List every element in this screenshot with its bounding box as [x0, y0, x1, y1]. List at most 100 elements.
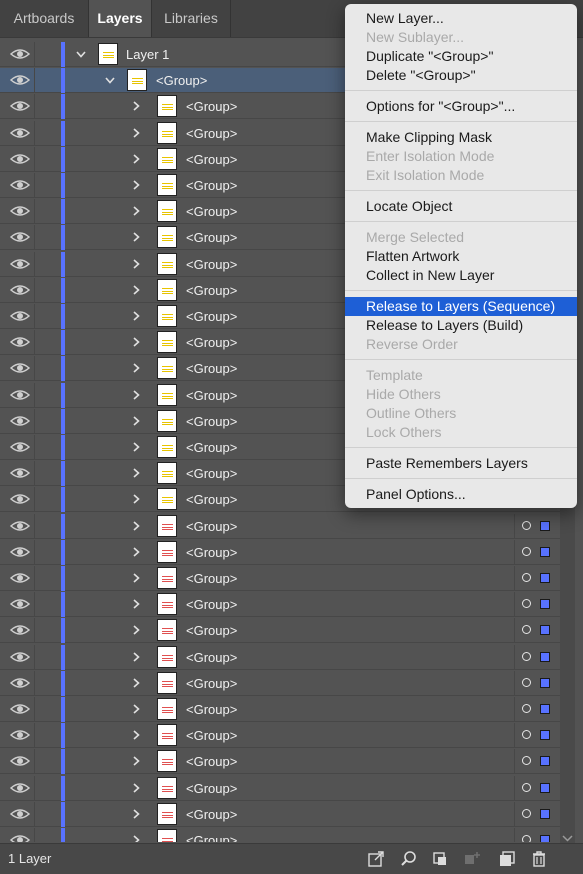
- chevron-right-icon[interactable]: [129, 388, 143, 402]
- target-circle-icon[interactable]: [522, 808, 531, 818]
- chevron-right-icon[interactable]: [129, 283, 143, 297]
- visibility-eye-icon[interactable]: [9, 227, 31, 247]
- group-row[interactable]: <Group>: [0, 513, 560, 539]
- visibility-eye-icon[interactable]: [9, 542, 31, 562]
- lock-toggle[interactable]: [34, 539, 35, 565]
- chevron-down-icon[interactable]: [74, 47, 88, 61]
- menu-item-collect-in-new-layer[interactable]: Collect in New Layer: [345, 266, 577, 285]
- visibility-eye-icon[interactable]: [9, 70, 31, 90]
- menu-item-make-clipping-mask[interactable]: Make Clipping Mask: [345, 128, 577, 147]
- menu-item-duplicate-group[interactable]: Duplicate "<Group>": [345, 47, 577, 66]
- visibility-eye-icon[interactable]: [9, 699, 31, 719]
- visibility-eye-icon[interactable]: [9, 306, 31, 326]
- new-layer-icon[interactable]: [497, 849, 517, 869]
- group-row[interactable]: <Group>: [0, 749, 560, 775]
- lock-toggle[interactable]: [34, 173, 35, 198]
- visibility-eye-icon[interactable]: [9, 463, 31, 483]
- chevron-right-icon[interactable]: [129, 676, 143, 690]
- menu-item-flatten-artwork[interactable]: Flatten Artwork: [345, 247, 577, 266]
- group-row[interactable]: <Group>: [0, 566, 560, 591]
- group-row[interactable]: <Group>: [0, 775, 560, 801]
- lock-toggle[interactable]: [34, 801, 35, 827]
- search-icon[interactable]: [399, 849, 419, 869]
- lock-toggle[interactable]: [34, 670, 35, 696]
- target-circle-icon[interactable]: [522, 782, 531, 792]
- target-circle-icon[interactable]: [522, 573, 531, 582]
- chevron-right-icon[interactable]: [129, 597, 143, 611]
- chevron-right-icon[interactable]: [129, 414, 143, 428]
- group-row[interactable]: <Group>: [0, 697, 560, 722]
- chevron-right-icon[interactable]: [129, 152, 143, 166]
- visibility-eye-icon[interactable]: [9, 620, 31, 640]
- chevron-right-icon[interactable]: [129, 204, 143, 218]
- selection-indicator[interactable]: [540, 651, 550, 662]
- visibility-eye-icon[interactable]: [9, 280, 31, 300]
- chevron-right-icon[interactable]: [129, 702, 143, 716]
- visibility-eye-icon[interactable]: [9, 830, 31, 842]
- lock-toggle[interactable]: [34, 723, 35, 749]
- selection-indicator[interactable]: [540, 782, 550, 793]
- chevron-right-icon[interactable]: [129, 99, 143, 113]
- chevron-right-icon[interactable]: [129, 126, 143, 140]
- target-circle-icon[interactable]: [522, 704, 531, 713]
- menu-item-locate-object[interactable]: Locate Object: [345, 197, 577, 216]
- lock-toggle[interactable]: [34, 644, 35, 670]
- selection-indicator[interactable]: [540, 599, 550, 610]
- lock-toggle[interactable]: [34, 487, 35, 513]
- group-row[interactable]: <Group>: [0, 539, 560, 565]
- selection-indicator[interactable]: [540, 730, 550, 741]
- lock-toggle[interactable]: [34, 618, 35, 644]
- target-circle-icon[interactable]: [522, 546, 531, 556]
- chevron-right-icon[interactable]: [129, 519, 143, 533]
- chevron-right-icon[interactable]: [129, 807, 143, 821]
- group-row[interactable]: <Group>: [0, 644, 560, 670]
- chevron-right-icon[interactable]: [129, 728, 143, 742]
- chevron-right-icon[interactable]: [129, 754, 143, 768]
- lock-toggle[interactable]: [34, 199, 35, 225]
- lock-toggle[interactable]: [34, 251, 35, 277]
- lock-toggle[interactable]: [34, 697, 35, 722]
- lock-toggle[interactable]: [34, 330, 35, 356]
- selection-indicator[interactable]: [540, 573, 550, 583]
- tab-artboards[interactable]: Artboards: [0, 0, 88, 37]
- menu-item-paste-remembers-layers[interactable]: Paste Remembers Layers: [345, 454, 577, 473]
- visibility-eye-icon[interactable]: [9, 175, 31, 195]
- visibility-eye-icon[interactable]: [9, 489, 31, 509]
- chevron-right-icon[interactable]: [129, 492, 143, 506]
- lock-toggle[interactable]: [34, 382, 35, 408]
- visibility-eye-icon[interactable]: [9, 673, 31, 693]
- selection-indicator[interactable]: [540, 756, 550, 767]
- chevron-right-icon[interactable]: [129, 257, 143, 271]
- lock-toggle[interactable]: [34, 513, 35, 539]
- visibility-eye-icon[interactable]: [9, 44, 31, 64]
- target-circle-icon[interactable]: [522, 730, 531, 740]
- group-row[interactable]: <Group>: [0, 592, 560, 618]
- chevron-right-icon[interactable]: [129, 335, 143, 349]
- group-row[interactable]: <Group>: [0, 828, 560, 842]
- trash-icon[interactable]: [529, 849, 549, 869]
- chevron-right-icon[interactable]: [129, 361, 143, 375]
- selection-indicator[interactable]: [540, 546, 550, 557]
- lock-toggle[interactable]: [34, 94, 35, 120]
- selection-indicator[interactable]: [540, 520, 550, 531]
- target-circle-icon[interactable]: [522, 677, 531, 687]
- menu-item-delete-group[interactable]: Delete "<Group>": [345, 66, 577, 85]
- chevron-right-icon[interactable]: [129, 230, 143, 244]
- lock-toggle[interactable]: [34, 749, 35, 775]
- group-row[interactable]: <Group>: [0, 723, 560, 749]
- export-icon[interactable]: [366, 849, 386, 869]
- menu-item-panel-options[interactable]: Panel Options...: [345, 485, 577, 504]
- target-circle-icon[interactable]: [522, 835, 531, 842]
- visibility-eye-icon[interactable]: [9, 568, 31, 588]
- chevron-down-icon[interactable]: [103, 73, 117, 87]
- visibility-eye-icon[interactable]: [9, 804, 31, 824]
- visibility-eye-icon[interactable]: [9, 437, 31, 457]
- tab-libraries[interactable]: Libraries: [152, 0, 230, 37]
- lock-toggle[interactable]: [34, 42, 35, 67]
- lock-toggle[interactable]: [34, 566, 35, 591]
- visibility-eye-icon[interactable]: [9, 751, 31, 771]
- selection-indicator[interactable]: [540, 808, 550, 819]
- visibility-eye-icon[interactable]: [9, 254, 31, 274]
- lock-toggle[interactable]: [34, 68, 35, 94]
- chevron-right-icon[interactable]: [129, 466, 143, 480]
